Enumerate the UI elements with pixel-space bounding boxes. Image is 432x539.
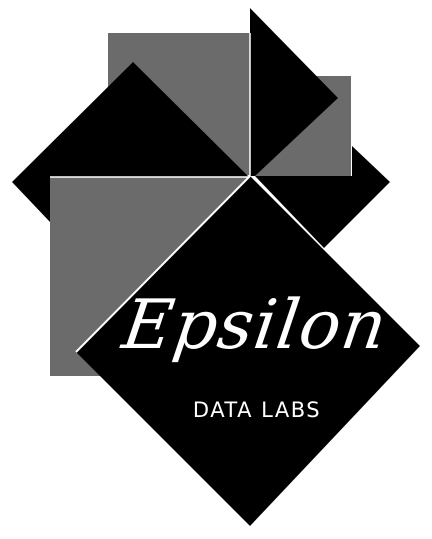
epsilon-logo-graphic xyxy=(12,8,420,526)
